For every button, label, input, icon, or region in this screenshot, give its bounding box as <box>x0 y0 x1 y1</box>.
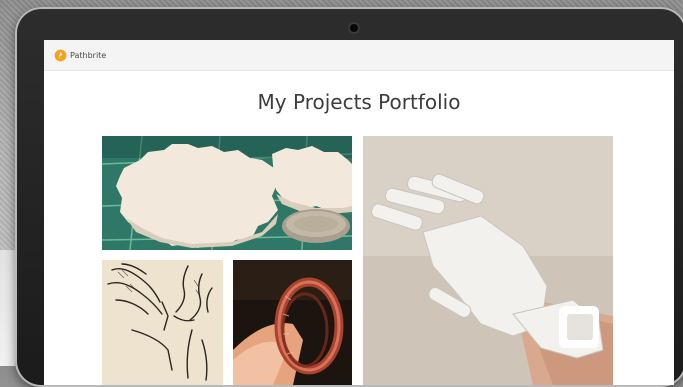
laptop-frame: Pathbrite My Projects Portfolio <box>15 7 683 387</box>
browser-screen: Pathbrite My Projects Portfolio <box>44 40 674 385</box>
portfolio-item-gears[interactable] <box>102 136 352 250</box>
3d-printed-prosthetic-hand-photo <box>363 136 613 385</box>
brand-name: Pathbrite <box>70 51 107 60</box>
printed-wrist-brace-photo <box>233 260 352 385</box>
portfolio-item-wrist-brace[interactable] <box>233 260 352 385</box>
hand-sketch-drawing <box>102 260 223 385</box>
page-title: My Projects Portfolio <box>257 90 461 114</box>
portfolio-item-sketch[interactable] <box>102 260 223 385</box>
brand-logo[interactable]: Pathbrite <box>54 49 106 62</box>
3d-printed-gears-photo <box>102 136 352 250</box>
portfolio-item-prosthetic-hand[interactable] <box>363 136 613 385</box>
pathbrite-logo-icon <box>54 49 67 62</box>
app-header: Pathbrite <box>44 40 674 71</box>
camera-icon <box>350 24 358 32</box>
